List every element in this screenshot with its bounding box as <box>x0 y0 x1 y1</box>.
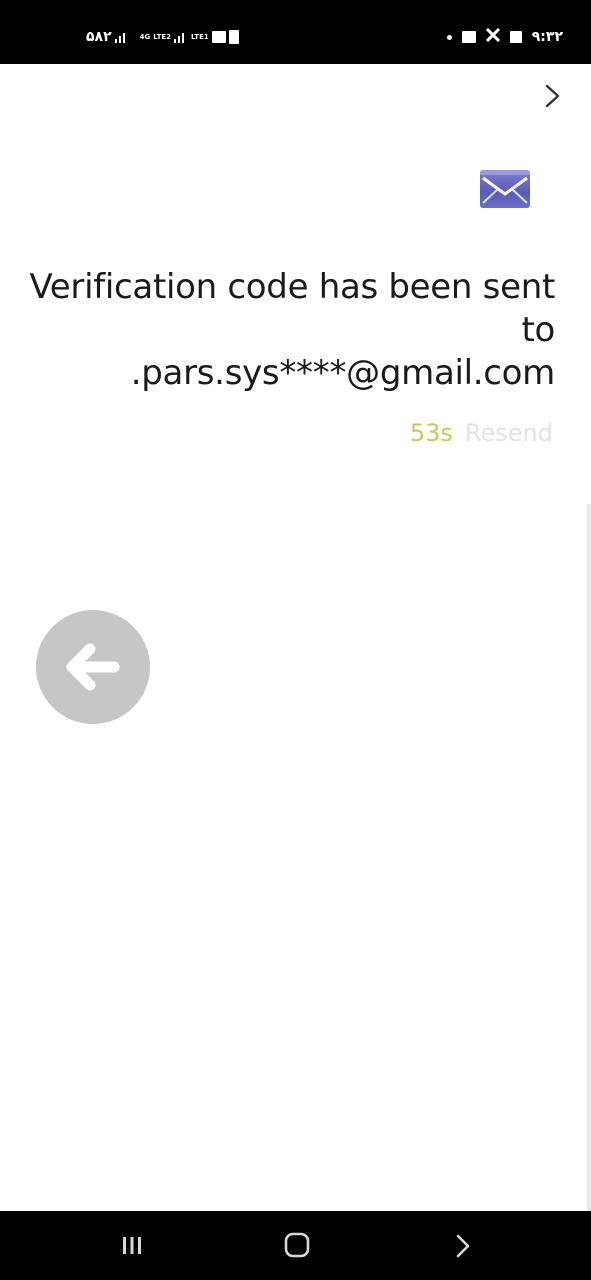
tools-icon <box>485 27 500 46</box>
masked-email: .pars.sys****@gmail.com <box>130 353 556 393</box>
forward-button[interactable] <box>541 82 565 110</box>
status-bar: ۵۸۲ 4G LTE2 LTE1 ۹:۳۲ <box>0 0 591 64</box>
verification-title: Verification code has been sent to <box>29 267 555 350</box>
carrier-label: ۵۸۲ <box>86 29 112 45</box>
signal-icon-1 <box>114 31 129 43</box>
network-type-2: LTE2 <box>153 32 171 41</box>
recents-icon <box>123 1237 141 1254</box>
system-nav-bar <box>0 1211 591 1280</box>
home-button[interactable] <box>277 1229 317 1263</box>
resend-link[interactable]: Resend <box>465 419 553 447</box>
folder-icon <box>461 31 476 43</box>
back-chevron-icon <box>456 1234 470 1258</box>
countdown-timer: 53s <box>409 419 453 447</box>
back-nav-button[interactable] <box>443 1229 483 1263</box>
notification-icon <box>211 31 226 43</box>
verification-screen: Verification code has been sent to .pars… <box>0 64 591 1275</box>
resend-row: 53s Resend <box>410 418 553 448</box>
verification-message: Verification code has been sent to .pars… <box>15 266 555 395</box>
gallery-icon <box>509 31 522 43</box>
home-icon <box>284 1232 310 1258</box>
mail-icon <box>480 170 530 208</box>
sim-icon <box>228 30 239 44</box>
scroll-edge <box>587 504 591 1275</box>
signal-icon-2 <box>174 31 188 43</box>
recents-button[interactable] <box>112 1229 152 1263</box>
status-right-group: ۹:۳۲ <box>446 27 563 47</box>
arrow-left-icon <box>66 643 120 691</box>
chevron-right-icon <box>545 84 560 108</box>
network-type-3: LTE1 <box>191 32 209 41</box>
network-type-1: 4G <box>139 32 151 41</box>
notification-dot-icon <box>446 34 452 40</box>
status-left-group: ۵۸۲ 4G LTE2 LTE1 <box>86 27 239 47</box>
back-fab-button[interactable] <box>36 610 150 724</box>
clock: ۹:۳۲ <box>531 29 563 45</box>
